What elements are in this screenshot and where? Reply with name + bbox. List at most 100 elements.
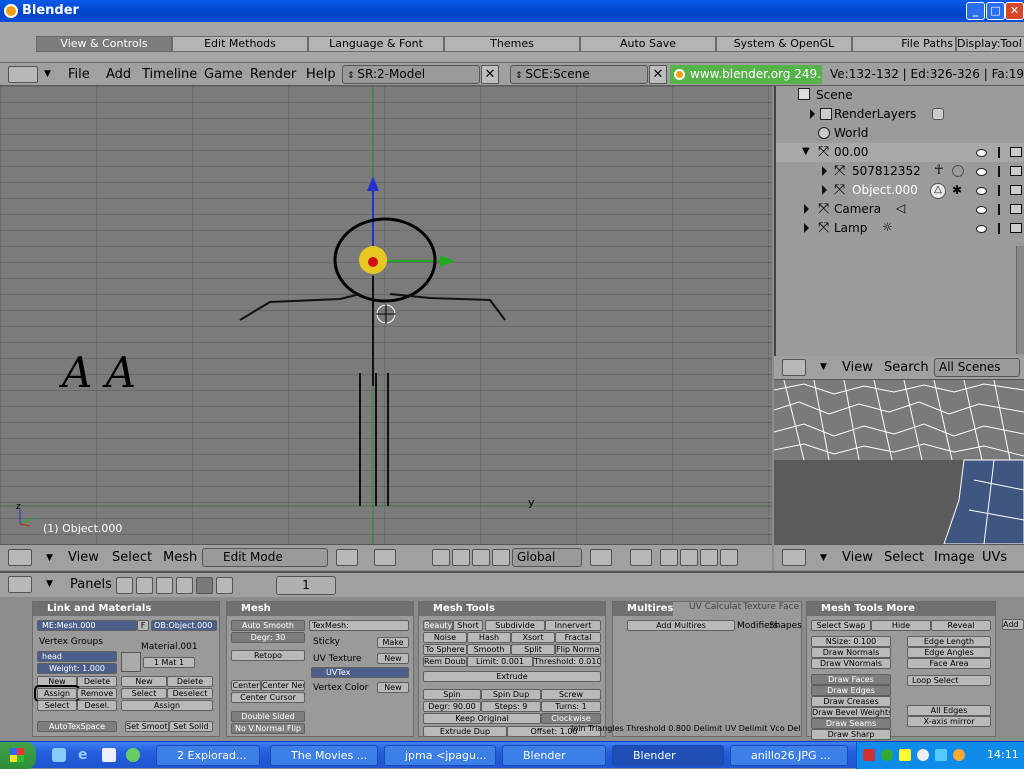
outliner-row-lamp[interactable]: ⤧ Lamp ☼: [776, 219, 1024, 238]
weight-field[interactable]: Weight: 1.000: [37, 663, 117, 674]
edge-length-toggle[interactable]: Edge Length: [907, 636, 991, 647]
panels-menu[interactable]: Panels: [70, 577, 112, 592]
outliner-row-armature[interactable]: ⤧ 507812352 ☥: [776, 162, 1024, 181]
outliner-scope-select[interactable]: All Scenes: [934, 358, 1020, 377]
tray-icon-3[interactable]: [899, 749, 911, 761]
short-toggle[interactable]: Short: [453, 620, 483, 631]
spin-dup-button[interactable]: Spin Dup: [481, 689, 541, 700]
tab-language-font[interactable]: Language & Font: [308, 36, 444, 52]
vertex-select-icon[interactable]: [660, 549, 678, 566]
spin-button[interactable]: Spin: [423, 689, 481, 700]
menu-add[interactable]: Add: [106, 67, 131, 82]
draw-edges-toggle[interactable]: Draw Edges: [811, 685, 891, 696]
close-button[interactable]: ✕: [1005, 2, 1024, 20]
square-icon[interactable]: [492, 549, 510, 566]
proportional-icon[interactable]: [590, 549, 612, 566]
fake-user-button[interactable]: F: [137, 620, 149, 631]
tray-icon-1[interactable]: [863, 749, 875, 761]
screen-selector[interactable]: ⇕ SR:2-Model: [342, 65, 480, 84]
info-icon[interactable]: [8, 66, 38, 83]
uvtex-layer[interactable]: UVTex: [311, 667, 409, 678]
set-smooth-button[interactable]: Set Smooth: [125, 721, 169, 732]
uv-uvs-menu[interactable]: UVs: [982, 550, 1007, 565]
scene-selector[interactable]: ⇕ SCE:Scene: [510, 65, 648, 84]
quicklaunch-icon[interactable]: [52, 748, 66, 762]
panel-title[interactable]: Link and Materials: [33, 602, 219, 616]
delete-screen-button[interactable]: ✕: [481, 65, 499, 84]
outliner-row-empty[interactable]: ▼ ⤧ 00.00: [776, 143, 1024, 162]
eye-icon[interactable]: [976, 149, 987, 157]
flip-normal-button[interactable]: Flip Normal: [555, 644, 601, 655]
triangle-icon[interactable]: [452, 549, 470, 566]
buttons-editor-icon[interactable]: [8, 576, 32, 593]
shading-icon[interactable]: [156, 577, 173, 594]
tab-display-tooltips[interactable]: Display:Tool Tips: [956, 36, 1024, 52]
loop-select-dropdown[interactable]: Loop Select: [907, 675, 991, 686]
outliner-row-camera[interactable]: ⤧ Camera ◁: [776, 200, 1024, 219]
material-delete-button[interactable]: Delete: [167, 676, 213, 687]
vgroup-remove-button[interactable]: Remove: [77, 688, 117, 699]
menu-game[interactable]: Game: [204, 67, 243, 82]
snap-icon[interactable]: [374, 549, 396, 566]
editing-icon[interactable]: [196, 577, 213, 594]
tab-auto-save[interactable]: Auto Save: [580, 36, 716, 52]
expand-arrow-icon[interactable]: [804, 204, 809, 214]
panel-title[interactable]: Mesh Tools: [419, 602, 605, 616]
render-icon[interactable]: [1010, 223, 1022, 233]
menu-help[interactable]: Help: [306, 67, 336, 82]
draw-sharp-toggle[interactable]: Draw Sharp: [811, 729, 891, 740]
uv-image-editor[interactable]: [774, 380, 1024, 544]
vertex-color-new-button[interactable]: New: [377, 682, 409, 693]
screw-button[interactable]: Screw: [541, 689, 601, 700]
maximize-button[interactable]: □: [986, 2, 1005, 20]
task-image[interactable]: anillo26.JPG ...: [730, 745, 848, 766]
delete-scene-button[interactable]: ✕: [649, 65, 667, 84]
edge-select-icon[interactable]: [680, 549, 698, 566]
vgroup-new-button[interactable]: New: [37, 676, 77, 687]
ie-icon[interactable]: e: [78, 747, 88, 763]
chevron-down-icon[interactable]: ▼: [820, 362, 827, 372]
uv-image-menu[interactable]: Image: [934, 550, 975, 565]
draw-bevel-weights-toggle[interactable]: Draw Bevel Weights: [811, 707, 891, 718]
to-sphere-button[interactable]: To Sphere: [423, 644, 467, 655]
select-swap-button[interactable]: Select Swap: [811, 620, 871, 631]
subdivide-button[interactable]: Subdivide: [485, 620, 545, 631]
reveal-button[interactable]: Reveal: [931, 620, 991, 631]
face-select-icon[interactable]: [700, 549, 718, 566]
expand-arrow-icon[interactable]: [810, 109, 815, 119]
hand-icon[interactable]: [432, 549, 450, 566]
beauty-toggle[interactable]: Beauty: [423, 620, 453, 631]
mesh-menu[interactable]: Mesh: [163, 550, 197, 565]
task-movies[interactable]: The Movies ...: [270, 745, 378, 766]
tray-icon-2[interactable]: [881, 749, 893, 761]
task-chat[interactable]: jpma <jpagu...: [384, 745, 496, 766]
x-axis-mirror-toggle[interactable]: X-axis mirror: [907, 716, 991, 727]
uv-view-menu[interactable]: View: [842, 550, 873, 565]
object-name-field[interactable]: OB:Object.000: [151, 620, 217, 631]
collapse-arrow-icon[interactable]: ▼: [802, 146, 810, 157]
cursor-icon[interactable]: [998, 185, 1006, 196]
spin-degree-field[interactable]: Degr: 90.00: [423, 701, 481, 712]
outliner-row-world[interactable]: World: [776, 124, 1024, 143]
media-icon[interactable]: [126, 748, 140, 762]
material-new-button[interactable]: New: [121, 676, 167, 687]
material-color-swatch[interactable]: [121, 652, 141, 672]
eye-icon[interactable]: [976, 206, 987, 214]
retopo-toggle[interactable]: Retopo: [231, 650, 305, 661]
eye-icon[interactable]: [976, 168, 987, 176]
expand-arrow-icon[interactable]: [822, 185, 827, 195]
innervert-select[interactable]: Innervert: [545, 620, 601, 631]
cursor-icon[interactable]: [998, 223, 1006, 234]
center-cursor-button[interactable]: Center Cursor: [231, 692, 305, 703]
add-modifier-button[interactable]: Add: [1002, 619, 1024, 630]
extrude-button[interactable]: Extrude: [423, 671, 601, 682]
render-icon[interactable]: [1010, 166, 1022, 176]
outliner-row-renderlayers[interactable]: RenderLayers: [776, 105, 1024, 124]
tab-multires[interactable]: Multires: [613, 602, 673, 616]
center-button[interactable]: Center: [231, 680, 261, 691]
draw-faces-toggle[interactable]: Draw Faces: [811, 674, 891, 685]
uv-editor-icon[interactable]: [782, 549, 806, 566]
all-edges-toggle[interactable]: All Edges: [907, 705, 991, 716]
vgroup-select-button[interactable]: Select: [37, 700, 77, 711]
frame-number-field[interactable]: 1: [276, 576, 336, 595]
